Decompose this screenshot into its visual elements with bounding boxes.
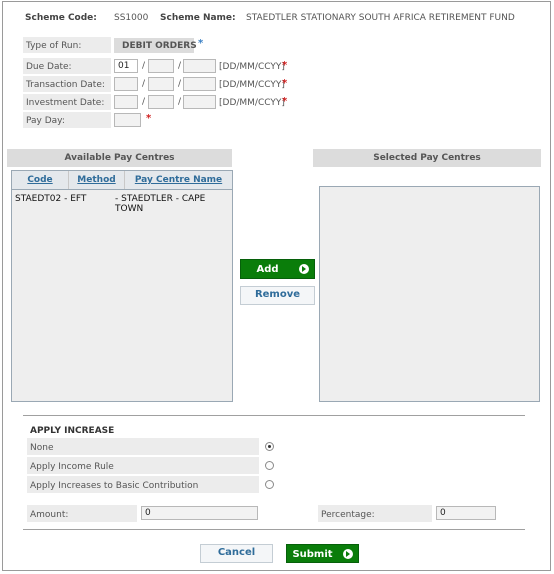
column-header-method[interactable]: Method — [69, 171, 125, 189]
transaction-date-label: Transaction Date: — [26, 80, 105, 90]
date-format-hint: [DD/MM/CCYY] — [219, 62, 285, 72]
date-separator: / — [178, 61, 182, 71]
due-date-label: Due Date: — [26, 62, 72, 72]
arrow-right-icon — [343, 549, 353, 559]
option-row-bg — [27, 438, 259, 455]
scheme-code-value: SS1000 — [114, 13, 149, 23]
option-none-radio[interactable] — [265, 442, 274, 451]
section-divider — [23, 529, 525, 530]
scheme-code-label: Scheme Code: — [25, 13, 97, 23]
add-button-label: Add — [256, 264, 279, 275]
percentage-label: Percentage: — [321, 510, 375, 520]
date-separator: / — [142, 79, 146, 89]
required-marker: * — [198, 38, 204, 49]
scheme-name-value: STAEDTLER STATIONARY SOUTH AFRICA RETIRE… — [246, 13, 515, 23]
add-button[interactable]: Add — [240, 259, 315, 279]
form-frame: Scheme Code: SS1000 Scheme Name: STAEDTL… — [2, 1, 551, 571]
arrow-right-icon — [299, 264, 309, 274]
option-basic-contribution-label: Apply Increases to Basic Contribution — [30, 481, 199, 491]
apply-increase-title: APPLY INCREASE — [30, 426, 115, 436]
selected-pay-centres-list[interactable] — [319, 186, 540, 402]
available-pay-centres-list[interactable]: STAEDT02 - EFT - STAEDTLER - CAPE TOWN — [11, 190, 233, 402]
option-none-label: None — [30, 443, 54, 453]
pay-centre-name: - STAEDTLER - CAPE TOWN — [115, 194, 206, 214]
section-divider — [23, 415, 525, 416]
cancel-button[interactable]: Cancel — [200, 544, 273, 563]
pay-day-input[interactable] — [114, 113, 141, 127]
amount-input[interactable]: 0 — [141, 506, 258, 520]
pay-centre-code: STAEDT02 - EFT — [15, 194, 87, 204]
transaction-date-year-input[interactable] — [183, 77, 216, 91]
date-separator: / — [142, 61, 146, 71]
submit-button[interactable]: Submit — [286, 544, 359, 563]
option-income-rule-radio[interactable] — [265, 461, 274, 470]
date-separator: / — [178, 79, 182, 89]
option-basic-contribution-radio[interactable] — [265, 480, 274, 489]
amount-label: Amount: — [30, 510, 69, 520]
run-type-value: DEBIT ORDERS — [122, 41, 197, 51]
required-marker: * — [146, 113, 152, 124]
due-date-month-input[interactable] — [148, 59, 174, 73]
scheme-name-label: Scheme Name: — [160, 13, 236, 23]
percentage-input[interactable]: 0 — [436, 506, 496, 520]
date-separator: / — [142, 97, 146, 107]
available-pay-centres-title: Available Pay Centres — [7, 149, 232, 167]
pay-day-label: Pay Day: — [26, 116, 65, 126]
date-format-hint: [DD/MM/CCYY] — [219, 80, 285, 90]
investment-date-year-input[interactable] — [183, 95, 216, 109]
date-separator: / — [178, 97, 182, 107]
required-marker: * — [282, 60, 288, 71]
option-income-rule-label: Apply Income Rule — [30, 462, 114, 472]
required-marker: * — [282, 78, 288, 89]
list-item[interactable]: STAEDT02 - EFT - STAEDTLER - CAPE TOWN — [12, 192, 232, 214]
transaction-date-month-input[interactable] — [148, 77, 174, 91]
required-marker: * — [282, 96, 288, 107]
submit-button-label: Submit — [292, 549, 333, 560]
date-format-hint: [DD/MM/CCYY] — [219, 98, 285, 108]
remove-button[interactable]: Remove — [240, 286, 315, 305]
column-header-code[interactable]: Code — [12, 171, 69, 189]
due-date-day-input[interactable]: 01 — [114, 59, 138, 73]
investment-date-month-input[interactable] — [148, 95, 174, 109]
type-of-run-label: Type of Run: — [26, 41, 82, 51]
investment-date-day-input[interactable] — [114, 95, 138, 109]
transaction-date-day-input[interactable] — [114, 77, 138, 91]
investment-date-label: Investment Date: — [26, 98, 105, 108]
column-header-pay-centre-name[interactable]: Pay Centre Name — [125, 171, 232, 189]
selected-pay-centres-title: Selected Pay Centres — [313, 149, 541, 167]
due-date-year-input[interactable] — [183, 59, 216, 73]
